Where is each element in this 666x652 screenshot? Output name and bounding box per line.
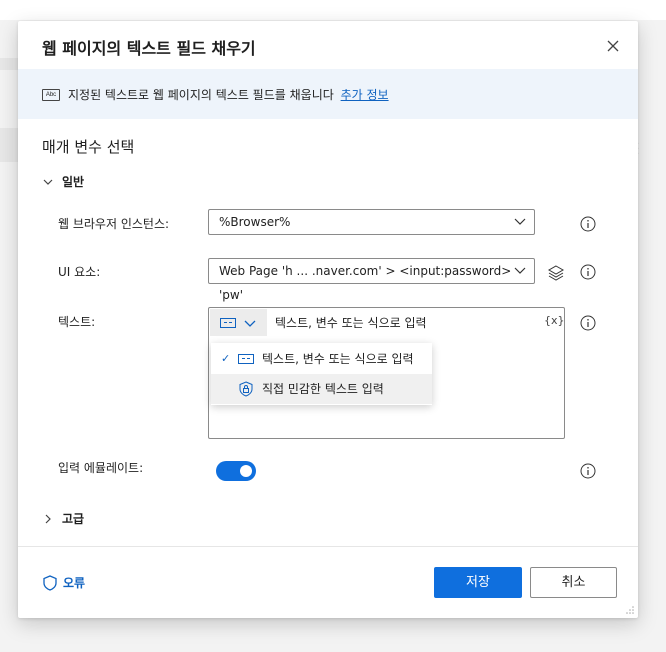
layers-icon[interactable]	[547, 264, 565, 282]
dialog-title: 웹 페이지의 텍스트 필드 채우기	[42, 39, 256, 58]
text-input-placeholder: 텍스트, 변수 또는 식으로 입력	[275, 316, 427, 330]
general-group-header[interactable]: 일반	[42, 173, 84, 190]
chevron-right-icon	[45, 514, 51, 523]
checkmark-icon: ✓	[221, 352, 231, 365]
chevron-down-icon	[514, 218, 526, 225]
variables-button[interactable]: {x}	[544, 314, 565, 327]
input-mode-button[interactable]	[210, 309, 267, 336]
info-icon[interactable]	[580, 216, 596, 232]
errors-button[interactable]: 오류	[42, 574, 85, 591]
chevron-down-icon	[244, 320, 256, 327]
banner-description: 지정된 텍스트로 웹 페이지의 텍스트 필드를 채웁니다 추가 정보	[68, 86, 389, 103]
info-icon[interactable]	[580, 264, 596, 280]
background-app-bar	[0, 0, 666, 20]
emulate-input-toggle[interactable]	[216, 461, 256, 481]
errors-label: 오류	[63, 576, 86, 590]
input-mode-menu: ✓ 텍스트, 변수 또는 식으로 입력 직접 민감한 텍스트 입력	[211, 343, 432, 405]
background-panel	[0, 58, 18, 70]
fill-text-field-dialog: 웹 페이지의 텍스트 필드 채우기 Abc 지정된 텍스트로 웹 페이지의 텍스…	[18, 21, 638, 618]
more-info-link[interactable]: 추가 정보	[341, 88, 389, 102]
close-icon[interactable]	[604, 37, 622, 55]
ui-element-value: Web Page 'h ... .naver.com' > <input:pas…	[219, 264, 512, 302]
resize-grip-icon[interactable]	[625, 605, 635, 615]
menu-item-text-variable-expression[interactable]: ✓ 텍스트, 변수 또는 식으로 입력	[211, 344, 432, 374]
shield-icon	[43, 574, 57, 591]
section-title: 매개 변수 선택	[42, 138, 135, 156]
info-icon[interactable]	[580, 463, 596, 479]
shield-lock-icon	[239, 381, 253, 397]
advanced-group-label: 고급	[62, 512, 85, 526]
general-group-label: 일반	[62, 175, 85, 189]
menu-item-sensitive-text[interactable]: 직접 민감한 텍스트 입력	[211, 374, 432, 404]
browser-instance-label: 웹 브라우저 인스턴스:	[58, 217, 170, 231]
info-icon[interactable]	[580, 315, 596, 331]
info-banner: Abc 지정된 텍스트로 웹 페이지의 텍스트 필드를 채웁니다 추가 정보	[18, 69, 638, 119]
footer-divider	[18, 546, 638, 547]
toggle-knob	[240, 465, 252, 477]
save-button[interactable]: 저장	[434, 567, 522, 598]
text-label: 텍스트:	[58, 315, 96, 329]
browser-instance-value: %Browser%	[219, 215, 291, 229]
background-panel	[0, 128, 18, 162]
ui-element-label: UI 요소:	[58, 265, 101, 279]
chevron-down-icon	[514, 267, 526, 274]
menu-item-label: 텍스트, 변수 또는 식으로 입력	[262, 352, 414, 366]
chevron-down-icon	[43, 179, 53, 185]
text-type-icon	[220, 318, 236, 328]
banner-text: 지정된 텍스트로 웹 페이지의 텍스트 필드를 채웁니다	[68, 88, 334, 102]
emulate-input-label: 입력 에뮬레이트:	[58, 461, 144, 475]
browser-instance-dropdown[interactable]: %Browser%	[208, 209, 535, 235]
menu-item-label: 직접 민감한 텍스트 입력	[262, 382, 384, 396]
text-field-icon: Abc	[42, 89, 60, 101]
ui-element-dropdown[interactable]: Web Page 'h ... .naver.com' > <input:pas…	[208, 258, 535, 302]
text-type-icon	[238, 354, 254, 364]
cancel-button[interactable]: 취소	[530, 567, 617, 598]
advanced-group-header[interactable]: 고급	[42, 510, 84, 527]
